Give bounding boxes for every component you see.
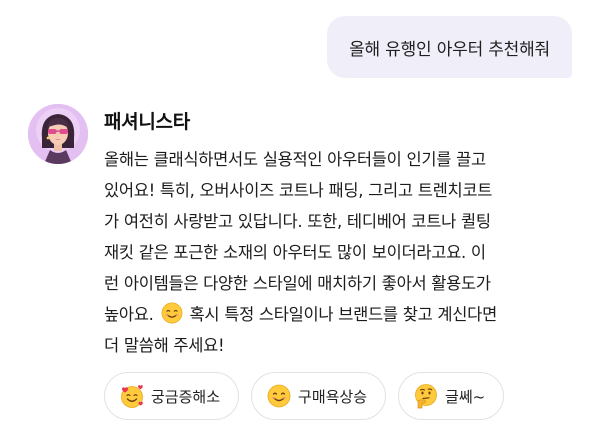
- fashion-woman-avatar-icon: [28, 104, 88, 164]
- bot-message-line: 재킷 같은 포근한 소재의 아우터도 많이 보이더라고요. 이: [104, 243, 486, 262]
- bot-message-line: 런 아이템들은 다양한 스타일에 매치하기 좋아서 활용도가: [104, 274, 491, 293]
- smiling-face-icon: [267, 384, 291, 408]
- suggestion-chip-curiosity[interactable]: 궁금증해소: [104, 372, 240, 420]
- user-message-text: 올해 유행인 아우터 추천해줘: [349, 39, 550, 60]
- bot-message-text: 혹시 특정 스타일이나 브랜드를 찾고 계신다면: [189, 305, 498, 324]
- bot-message-line: 가 여전히 사랑받고 있답니다. 또한, 테디베어 코트나 퀼팅: [104, 212, 491, 231]
- bot-message: 올해는 클래식하면서도 실용적인 아우터들이 인기를 끌고 있어요! 특히, 오…: [104, 144, 576, 361]
- suggestion-chip-label: 구매욕상승: [298, 387, 368, 406]
- thinking-face-icon: [415, 384, 437, 409]
- bot-message-line: 더 말씀해 주세요!: [104, 336, 225, 355]
- bot-message-line: 있어요! 특히, 오버사이즈 코트나 패딩, 그리고 트렌치코트: [104, 181, 493, 200]
- bot-message-line: 올해는 클래식하면서도 실용적인 아우터들이 인기를 끌고: [104, 150, 486, 169]
- bot-name: 패셔니스타: [104, 111, 190, 133]
- suggestion-chip-label: 글쎄~: [445, 387, 486, 406]
- suggestion-chip-hmm[interactable]: 글쎄~: [398, 372, 505, 420]
- suggestion-chip-purchase[interactable]: 구매욕상승: [251, 372, 387, 420]
- bot-avatar[interactable]: [28, 104, 88, 164]
- suggestion-chips: 궁금증해소 구매욕상승 글쎄~: [104, 372, 505, 420]
- bot-message-line-with-emoji: 높아요. 혹시 특정 스타일이나 브랜드를 찾고 계신다면: [104, 299, 576, 330]
- user-message-bubble: 올해 유행인 아우터 추천해줘: [327, 16, 572, 78]
- smiling-face-icon: [161, 302, 182, 324]
- smiling-face-with-hearts-icon: [121, 385, 143, 408]
- suggestion-chip-label: 궁금증해소: [151, 387, 221, 406]
- bot-message-text: 높아요.: [104, 305, 154, 324]
